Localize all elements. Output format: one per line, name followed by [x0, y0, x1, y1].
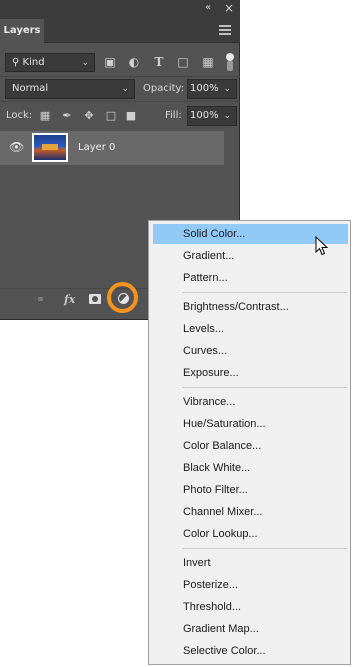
- lock-image-pixels-icon[interactable]: ✒: [60, 107, 74, 125]
- layer-filter-row: ⚲ Kind ⌄ ▣ ◐ T □ ▦: [0, 50, 240, 74]
- lock-label: Lock:: [6, 110, 33, 121]
- panel-titlebar: « ×: [0, 0, 240, 19]
- visibility-eye-icon[interactable]: 👁: [9, 140, 24, 154]
- blend-mode-dropdown[interactable]: Normal ⌄: [5, 79, 135, 99]
- menu-item-pattern[interactable]: Pattern...: [153, 268, 348, 288]
- lock-transparent-pixels-icon[interactable]: ▦: [38, 107, 52, 125]
- pixel-layer-filter-icon[interactable]: ▣: [102, 53, 118, 71]
- chevron-down-icon: ⌄: [121, 84, 129, 94]
- menu-item-color-balance[interactable]: Color Balance...: [153, 436, 348, 456]
- kind-filter-value: Kind: [22, 57, 45, 68]
- menu-item-invert[interactable]: Invert: [153, 553, 348, 573]
- fill-value: 100%: [190, 110, 219, 121]
- menu-item-selective-color[interactable]: Selective Color...: [153, 641, 348, 661]
- opacity-value: 100%: [190, 83, 219, 94]
- layer-style-fx-icon[interactable]: fx: [64, 291, 75, 309]
- tab-layers[interactable]: Layers: [0, 19, 44, 43]
- panel-menu-icon[interactable]: [219, 25, 231, 35]
- menu-item-exposure[interactable]: Exposure...: [153, 363, 348, 383]
- menu-separator: [182, 548, 347, 549]
- layer-thumbnail: [32, 133, 68, 162]
- search-icon: ⚲: [12, 57, 20, 68]
- lock-position-icon[interactable]: ✥: [82, 107, 96, 125]
- mouse-pointer-icon: [315, 236, 329, 256]
- kind-filter-dropdown[interactable]: ⚲ Kind ⌄: [5, 53, 95, 72]
- fill-field[interactable]: 100% ⌄: [187, 106, 237, 126]
- menu-item-vibrance[interactable]: Vibrance...: [153, 392, 348, 412]
- collapse-panel-icon[interactable]: «: [205, 2, 211, 13]
- menu-item-posterize[interactable]: Posterize...: [153, 575, 348, 595]
- add-mask-icon[interactable]: [89, 294, 101, 304]
- menu-item-gradient-map[interactable]: Gradient Map...: [153, 619, 348, 639]
- menu-item-channel-mixer[interactable]: Channel Mixer...: [153, 502, 348, 522]
- blend-opacity-row: Normal ⌄ Opacity: 100% ⌄: [0, 79, 240, 99]
- link-layers-icon[interactable]: ⚭: [36, 291, 45, 309]
- menu-separator: [182, 387, 347, 388]
- panel-tab-row: Layers: [0, 19, 240, 43]
- filter-toggle-switch[interactable]: [225, 53, 235, 71]
- divider: [0, 101, 240, 102]
- menu-item-photo-filter[interactable]: Photo Filter...: [153, 480, 348, 500]
- menu-item-black-white[interactable]: Black White...: [153, 458, 348, 478]
- chevron-down-icon: ⌄: [223, 111, 231, 121]
- close-panel-icon[interactable]: ×: [224, 1, 234, 15]
- menu-item-brightness-contrast[interactable]: Brightness/Contrast...: [153, 297, 348, 317]
- menu-item-threshold[interactable]: Threshold...: [153, 597, 348, 617]
- lock-all-icon[interactable]: ■: [124, 107, 138, 125]
- chevron-down-icon: ⌄: [223, 84, 231, 94]
- adjustment-layer-filter-icon[interactable]: ◐: [126, 53, 142, 71]
- menu-item-color-lookup[interactable]: Color Lookup...: [153, 524, 348, 544]
- fill-label: Fill:: [165, 110, 182, 121]
- menu-item-hue-saturation[interactable]: Hue/Saturation...: [153, 414, 348, 434]
- layer-row[interactable]: 👁 Layer 0: [0, 131, 224, 165]
- blend-mode-value: Normal: [12, 83, 49, 94]
- adjustment-layer-menu: Solid Color... Gradient... Pattern... Br…: [148, 220, 351, 665]
- lock-artboard-icon[interactable]: □: [104, 107, 118, 125]
- menu-item-levels[interactable]: Levels...: [153, 319, 348, 339]
- shape-layer-filter-icon[interactable]: □: [175, 53, 191, 71]
- type-layer-filter-icon[interactable]: T: [151, 53, 167, 71]
- layer-name[interactable]: Layer 0: [78, 131, 115, 165]
- divider: [0, 76, 240, 77]
- lock-fill-row: Lock: ▦ ✒ ✥ □ ■ Fill: 100% ⌄: [0, 105, 240, 127]
- menu-item-curves[interactable]: Curves...: [153, 341, 348, 361]
- opacity-label: Opacity:: [143, 83, 185, 94]
- adjustment-button-highlight-ring: [107, 282, 138, 313]
- menu-separator: [182, 292, 347, 293]
- opacity-field[interactable]: 100% ⌄: [187, 79, 237, 99]
- smart-object-filter-icon[interactable]: ▦: [200, 53, 216, 71]
- chevron-down-icon: ⌄: [81, 58, 89, 68]
